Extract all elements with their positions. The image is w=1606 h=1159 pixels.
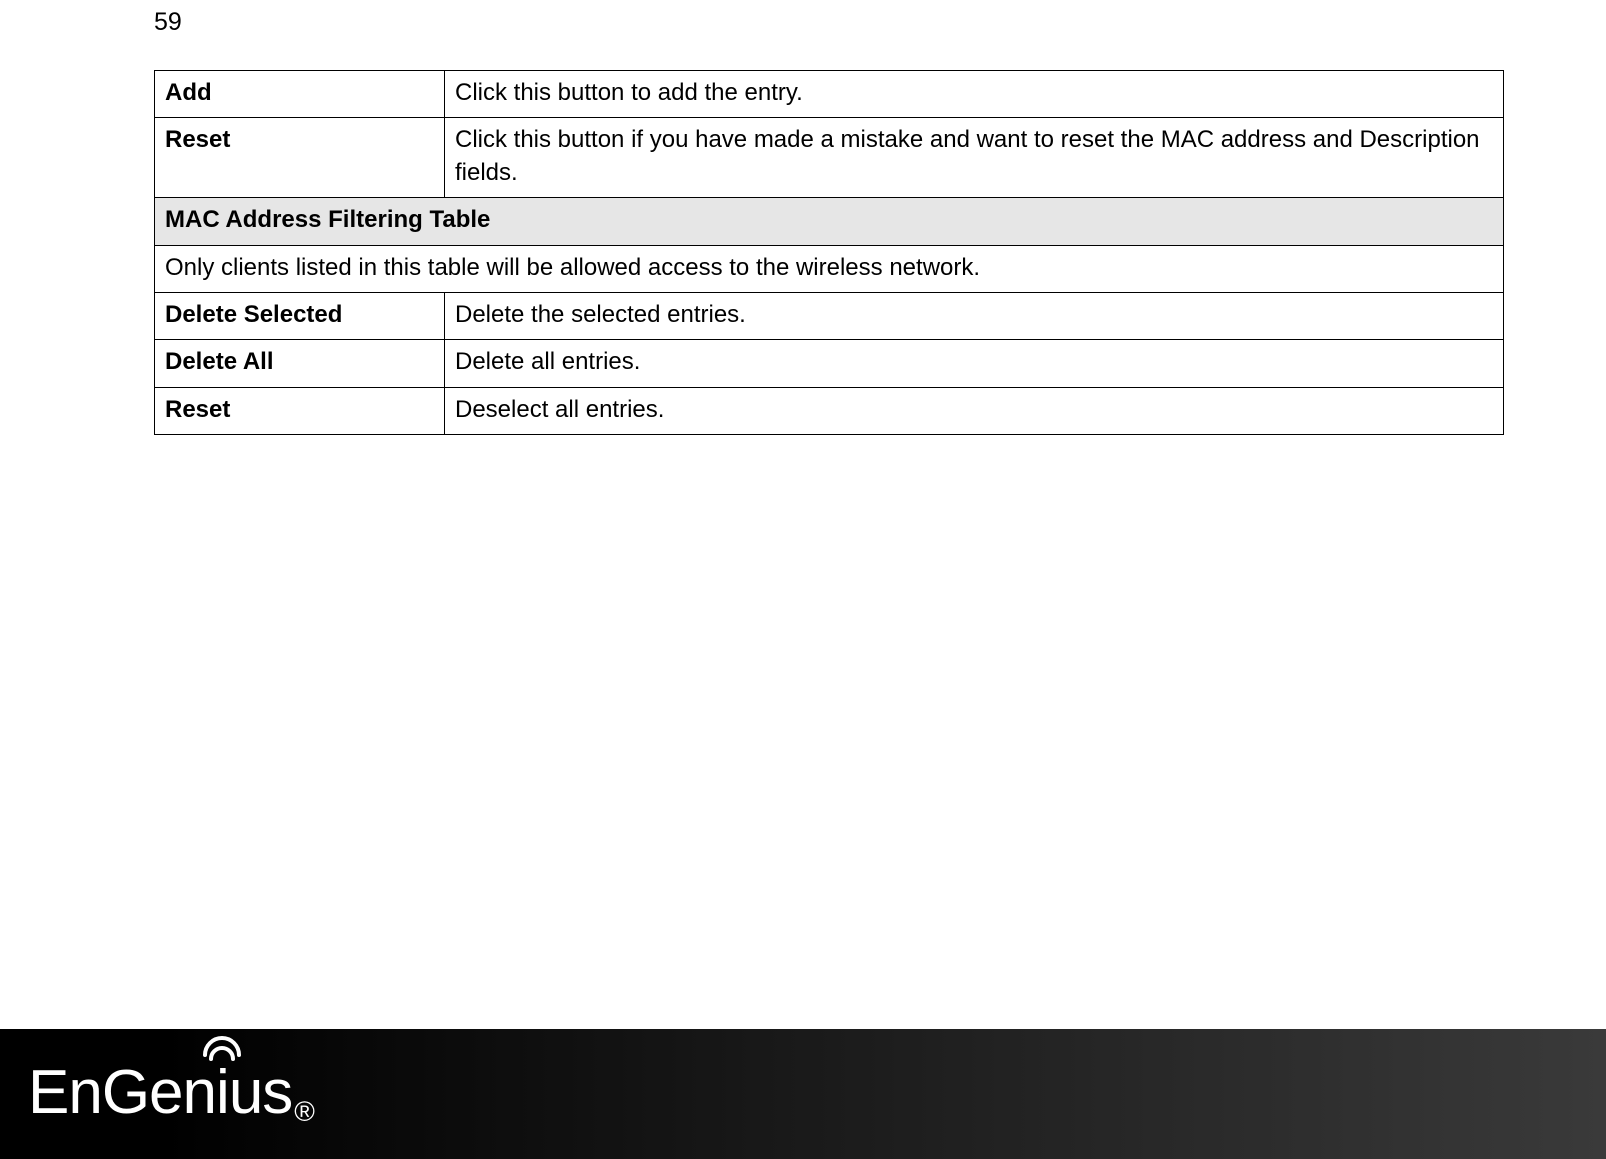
row-label-reset2: Reset — [155, 387, 445, 434]
table-row: Delete Selected Delete the selected entr… — [155, 292, 1504, 339]
brand-part-i: i — [216, 1057, 229, 1128]
row-label-delete-selected: Delete Selected — [155, 292, 445, 339]
row-label-add: Add — [155, 71, 445, 118]
brand-part-en: EnGen — [28, 1057, 216, 1128]
table-section-header: MAC Address Filtering Table — [155, 198, 1504, 245]
row-label-reset: Reset — [155, 118, 445, 198]
content-area: Add Click this button to add the entry. … — [154, 70, 1504, 435]
registered-mark: ® — [294, 1096, 314, 1128]
brand-logo: EnGeni us® — [28, 1057, 314, 1128]
row-desc-reset2: Deselect all entries. — [445, 387, 1504, 434]
footer-bar: EnGeni us® — [0, 1029, 1606, 1159]
row-desc-delete-selected: Delete the selected entries. — [445, 292, 1504, 339]
brand-part-us: us — [229, 1057, 292, 1128]
section-desc-text: Only clients listed in this table will b… — [155, 245, 1504, 292]
brand-logo-text: EnGeni us® — [28, 1057, 314, 1128]
row-desc-add: Click this button to add the entry. — [445, 71, 1504, 118]
table-row: Reset Deselect all entries. — [155, 387, 1504, 434]
row-desc-reset: Click this button if you have made a mis… — [445, 118, 1504, 198]
table-row: Delete All Delete all entries. — [155, 340, 1504, 387]
wifi-icon — [199, 1031, 245, 1061]
definition-table: Add Click this button to add the entry. … — [154, 70, 1504, 435]
table-row: Add Click this button to add the entry. — [155, 71, 1504, 118]
row-label-delete-all: Delete All — [155, 340, 445, 387]
row-desc-delete-all: Delete all entries. — [445, 340, 1504, 387]
page-number: 59 — [154, 8, 182, 37]
table-row: Only clients listed in this table will b… — [155, 245, 1504, 292]
table-row: Reset Click this button if you have made… — [155, 118, 1504, 198]
section-header-text: MAC Address Filtering Table — [155, 198, 1504, 245]
